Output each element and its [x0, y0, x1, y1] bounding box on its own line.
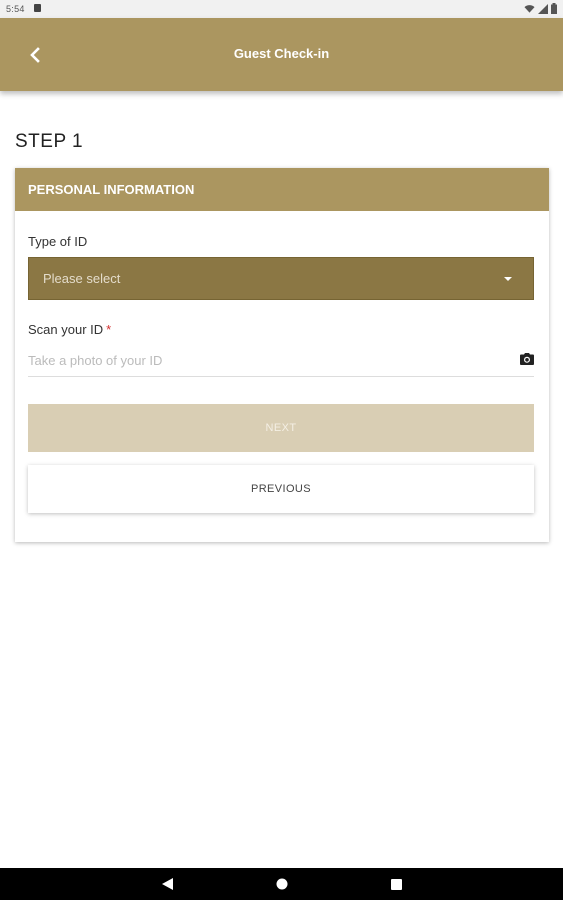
next-button[interactable]: NEXT [28, 404, 534, 452]
notification-icon [34, 4, 41, 12]
page-title: Guest Check-in [233, 46, 330, 61]
dropdown-caret-icon [504, 277, 512, 281]
nav-home-button[interactable] [262, 868, 302, 900]
navigation-bar [0, 868, 563, 900]
id-type-select[interactable]: Please select [28, 257, 534, 300]
app-bar: Guest Check-in [0, 18, 563, 91]
scan-id-label-row: Scan your ID * [28, 322, 111, 337]
required-mark: * [106, 322, 112, 337]
personal-info-card: PERSONAL INFORMATION Type of ID Please s… [15, 168, 549, 542]
previous-button[interactable]: PREVIOUS [28, 465, 534, 513]
wifi-icon [524, 4, 535, 13]
status-time: 5:54 [6, 4, 25, 14]
scan-id-placeholder: Take a photo of your ID [28, 353, 163, 368]
card-header: PERSONAL INFORMATION [15, 168, 549, 211]
id-type-label: Type of ID [28, 234, 88, 249]
battery-icon [551, 3, 557, 14]
status-icons [524, 3, 557, 14]
id-type-selected-value: Please select [43, 271, 121, 286]
scan-id-label: Scan your ID [28, 322, 104, 337]
nav-recents-button[interactable] [376, 868, 416, 900]
nav-back-icon [161, 878, 173, 890]
camera-icon[interactable] [520, 353, 534, 365]
status-bar: 5:54 [0, 0, 563, 18]
nav-recents-icon [390, 878, 402, 890]
step-title: STEP 1 [15, 131, 84, 152]
nav-home-icon [276, 878, 288, 890]
nav-back-button[interactable] [147, 868, 187, 900]
signal-icon [538, 3, 548, 14]
scan-id-input[interactable]: Take a photo of your ID [28, 348, 534, 377]
